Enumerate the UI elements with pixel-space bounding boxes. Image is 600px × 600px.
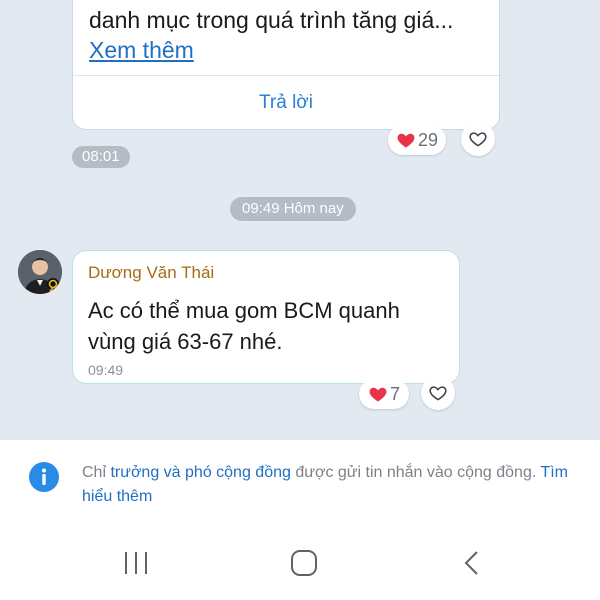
like-button[interactable] [421,376,455,410]
heart-icon [397,133,415,148]
sender-name[interactable]: Dương Văn Thái [88,263,214,283]
back-button[interactable] [452,548,492,578]
notice-highlight: trưởng và phó cộng đồng [110,464,291,481]
reaction-pill[interactable]: 29 [388,125,446,155]
heart-icon [369,387,387,402]
back-icon [464,551,478,575]
heart-outline-icon [429,386,447,401]
see-more-link[interactable]: Xem thêm [89,37,194,64]
message-card[interactable]: danh mục trong quá trình tăng giá... Xem… [72,0,500,130]
recents-button[interactable] [116,548,156,578]
message-line: danh mục trong quá trình tăng giá... [89,7,454,33]
info-icon [29,462,59,492]
avatar-photo [18,250,62,294]
message-line: Ac có thể mua gom BCM quanh [88,298,400,323]
notice-text-part: Chỉ [82,464,111,481]
divider [73,75,499,76]
message-time: 09:49 [88,362,124,378]
reply-button[interactable]: Trả lời [73,92,499,114]
like-button[interactable] [461,122,495,156]
avatar[interactable] [18,250,62,294]
reaction-count: 7 [389,383,400,404]
heart-outline-icon [469,132,487,147]
message-card[interactable]: Dương Văn Thái Ac có thể mua gom BCM qua… [72,250,460,384]
notice-text: Chỉ trưởng và phó cộng đồng được gửi tin… [82,461,582,509]
message-time: 08:01 [72,146,130,168]
recents-icon [125,552,147,574]
reaction-count: 29 [417,129,439,150]
message-line: vùng giá 63-67 nhé. [88,329,283,354]
notice-text-part: được gửi tin nhắn vào cộng đồng. [290,464,541,481]
home-icon [291,550,317,576]
reaction-pill[interactable]: 7 [359,379,409,409]
home-button[interactable] [284,548,324,578]
chat-area[interactable]: danh mục trong quá trình tăng giá... Xem… [0,0,600,440]
date-separator: 09:49 Hôm nay [230,197,356,221]
